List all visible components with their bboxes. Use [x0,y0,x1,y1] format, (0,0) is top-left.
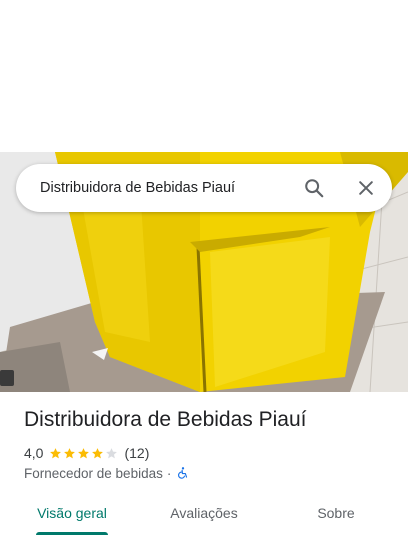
rating-row[interactable]: 4,0 (12) [24,444,149,462]
map-blank-area [0,0,408,152]
separator-dot: · [166,465,172,481]
rating-stars [49,447,119,460]
close-button[interactable] [352,174,380,202]
place-title: Distribuidora de Bebidas Piauí [24,408,307,431]
star-icon [64,447,76,458]
star-icon [106,447,118,458]
star-icon [92,447,104,458]
active-tab-indicator [36,532,108,535]
star-icon [50,447,62,458]
rating-value: 4,0 [24,445,44,461]
tab-overview[interactable]: Visão geral [24,496,120,536]
search-input[interactable]: Distribuidora de Bebidas Piauí [40,164,235,212]
tab-reviews[interactable]: Avaliações [158,496,250,536]
review-count[interactable]: (12) [124,445,149,461]
close-icon [359,181,373,195]
search-button[interactable] [300,174,328,202]
star-icon [78,447,90,458]
place-tabs: Visão geral Avaliações Sobre [0,496,408,544]
category-row: Fornecedor de bebidas · [24,464,190,482]
wheelchair-icon [178,467,188,479]
place-category: Fornecedor de bebidas [24,465,163,481]
search-bar[interactable]: Distribuidora de Bebidas Piauí [16,164,392,212]
search-icon [305,179,324,198]
tab-about[interactable]: Sobre [296,496,376,536]
